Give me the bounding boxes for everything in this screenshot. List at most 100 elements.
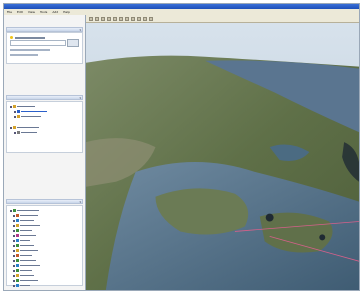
checkbox[interactable]: [13, 229, 15, 232]
tree-item[interactable]: [10, 209, 39, 212]
placemark-icon: [17, 110, 20, 113]
tree-item[interactable]: [13, 239, 30, 242]
tree-item[interactable]: [13, 279, 38, 282]
folder-icon: [17, 115, 20, 118]
search-label: [15, 37, 45, 39]
layer-icon: [16, 259, 19, 262]
checkbox[interactable]: [10, 209, 12, 212]
layer-icon: [16, 244, 19, 247]
dark-spot: [265, 213, 274, 222]
layer-icon: [16, 279, 19, 282]
search-button[interactable]: [67, 39, 79, 47]
email-icon[interactable]: [137, 16, 141, 21]
menu-view[interactable]: View: [28, 10, 35, 14]
layer-icon: [16, 229, 19, 232]
app-window: File Edit View Tools Add Help ▾ ▾ ▾: [3, 3, 360, 291]
menu-tools[interactable]: Tools: [40, 10, 47, 14]
layers-panel-header[interactable]: ▾: [6, 199, 83, 204]
folder-icon: [13, 105, 16, 108]
search-panel: [6, 32, 83, 64]
tree-item[interactable]: [13, 259, 36, 262]
layer-icon: [16, 284, 19, 287]
checkbox[interactable]: [10, 105, 12, 108]
checkbox[interactable]: [13, 239, 15, 242]
tree-item[interactable]: [13, 219, 34, 222]
checkbox[interactable]: [13, 234, 15, 237]
tree-item[interactable]: [13, 274, 34, 277]
checkbox[interactable]: [13, 244, 15, 247]
checkbox[interactable]: [13, 254, 15, 257]
map-3d-view[interactable]: [86, 23, 359, 290]
toolbar: [86, 15, 359, 23]
tree-item[interactable]: [13, 269, 32, 272]
tree-item[interactable]: [13, 284, 30, 287]
chevron-down-icon[interactable]: ▾: [79, 96, 81, 100]
tour-icon[interactable]: [119, 16, 123, 21]
print-icon[interactable]: [143, 16, 147, 21]
terrain-render[interactable]: [86, 23, 359, 290]
layer-icon: [16, 239, 19, 242]
layer-icon: [16, 219, 19, 222]
checkbox[interactable]: [13, 249, 15, 252]
hide-sidebar-icon[interactable]: [89, 16, 93, 21]
layer-icon: [16, 274, 19, 277]
folder-icon: [13, 126, 16, 129]
checkbox[interactable]: [13, 274, 15, 277]
checkbox[interactable]: [10, 126, 12, 129]
checkbox[interactable]: [13, 264, 15, 267]
tree-item[interactable]: [13, 244, 34, 247]
tree-item[interactable]: [13, 229, 32, 232]
checkbox[interactable]: [13, 219, 15, 222]
menu-add[interactable]: Add: [52, 10, 58, 14]
layers-icon: [13, 209, 16, 212]
search-hint: [10, 54, 38, 56]
layer-icon: [16, 249, 19, 252]
tree-item[interactable]: [14, 110, 47, 113]
layer-icon: [16, 224, 19, 227]
tree-item[interactable]: [14, 131, 37, 134]
tree-item[interactable]: [10, 105, 35, 108]
maps-icon[interactable]: [149, 16, 153, 21]
menu-file[interactable]: File: [7, 10, 12, 14]
menu-edit[interactable]: Edit: [17, 10, 23, 14]
chevron-down-icon[interactable]: ▾: [79, 200, 81, 204]
checkbox[interactable]: [13, 259, 15, 262]
tree-item[interactable]: [10, 126, 39, 129]
overlay-icon[interactable]: [113, 16, 117, 21]
tree-item[interactable]: [13, 264, 40, 267]
places-panel: [6, 101, 83, 153]
checkbox[interactable]: [13, 269, 15, 272]
layer-icon: [16, 214, 19, 217]
layers-panel: [6, 205, 83, 287]
sky-icon[interactable]: [125, 16, 129, 21]
dark-spot: [319, 234, 326, 241]
checkbox[interactable]: [13, 284, 15, 287]
layer-icon: [16, 264, 19, 267]
checkbox[interactable]: [13, 214, 15, 217]
search-hint: [10, 49, 50, 51]
sidebar: ▾ ▾ ▾: [4, 15, 86, 290]
checkbox[interactable]: [13, 279, 15, 282]
layer-icon: [16, 269, 19, 272]
tree-item[interactable]: [13, 224, 40, 227]
tree-item[interactable]: [14, 115, 41, 118]
tree-item[interactable]: [13, 254, 32, 257]
menu-help[interactable]: Help: [63, 10, 70, 14]
ruler-icon[interactable]: [131, 16, 135, 21]
search-input[interactable]: [10, 40, 66, 46]
checkbox[interactable]: [13, 224, 15, 227]
search-icon: [10, 36, 13, 39]
checkbox[interactable]: [14, 115, 16, 118]
polygon-icon[interactable]: [101, 16, 105, 21]
layer-icon: [16, 254, 19, 257]
checkbox[interactable]: [14, 110, 16, 113]
tree-item[interactable]: [13, 249, 38, 252]
checkbox[interactable]: [14, 131, 16, 134]
places-panel-header[interactable]: ▾: [6, 95, 83, 100]
placemark-icon[interactable]: [95, 16, 99, 21]
sidebar-empty-area: [6, 153, 83, 197]
tree-item[interactable]: [13, 214, 38, 217]
layer-icon: [17, 131, 20, 134]
tree-item[interactable]: [13, 234, 36, 237]
path-icon[interactable]: [107, 16, 111, 21]
